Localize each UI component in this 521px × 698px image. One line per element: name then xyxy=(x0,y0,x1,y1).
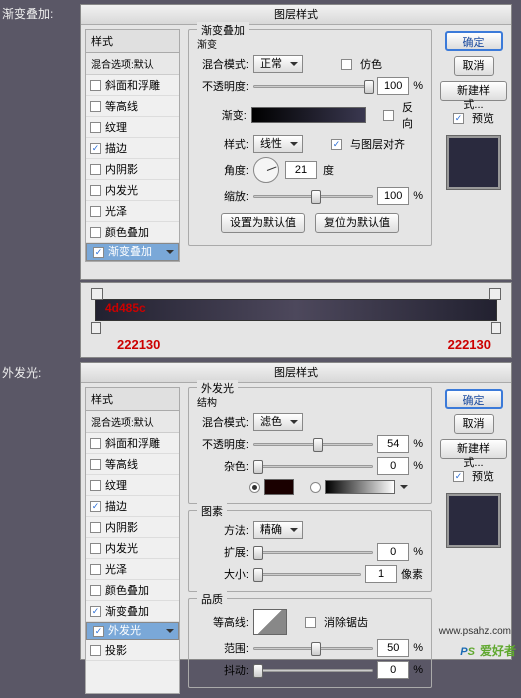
style-drop-shadow[interactable]: 投影 xyxy=(86,640,179,661)
checkbox-icon[interactable] xyxy=(93,247,104,258)
size-slider[interactable] xyxy=(253,566,361,582)
scale-slider[interactable] xyxy=(253,188,373,204)
style-inner-glow[interactable]: 内发光 xyxy=(86,180,179,201)
style-texture[interactable]: 纹理 xyxy=(86,475,179,496)
checkbox-icon[interactable] xyxy=(90,164,101,175)
color-radio[interactable] xyxy=(249,482,260,493)
new-style-button[interactable]: 新建样式... xyxy=(440,439,507,459)
checkbox-icon[interactable] xyxy=(90,206,101,217)
ok-button[interactable]: 确定 xyxy=(445,389,503,409)
scale-input[interactable]: 100 xyxy=(377,187,409,205)
outer-glow-panel: 外发光 结构 混合模式:滤色 不透明度:54% 杂色:0% 图素 方法:精确 扩… xyxy=(184,383,436,698)
preview-checkbox[interactable] xyxy=(453,471,464,482)
ok-button[interactable]: 确定 xyxy=(445,31,503,51)
style-stroke[interactable]: 描边 xyxy=(86,138,179,159)
style-bevel[interactable]: 斜面和浮雕 xyxy=(86,433,179,454)
checkbox-icon[interactable] xyxy=(90,122,101,133)
layer-style-dialog-2: 图层样式 样式 混合选项:默认 斜面和浮雕 等高线 纹理 描边 内阴影 内发光 … xyxy=(80,362,512,660)
set-default-button[interactable]: 设置为默认值 xyxy=(221,213,305,233)
preview-swatch xyxy=(446,135,501,190)
style-gradient-overlay[interactable]: 渐变叠加 xyxy=(86,601,179,622)
antialias-checkbox[interactable] xyxy=(305,617,316,628)
dither-checkbox[interactable] xyxy=(341,59,352,70)
dialog-title: 图层样式 xyxy=(81,5,511,25)
preview-swatch xyxy=(446,493,501,548)
range-slider[interactable] xyxy=(253,640,373,656)
watermark-logo: PS 爱好者 xyxy=(460,639,516,660)
gradient-overlay-panel: 渐变叠加 渐变 混合模式:正常仿色 不透明度:100% 渐变:反向 样式:线性与… xyxy=(184,25,436,266)
checkbox-icon[interactable] xyxy=(90,101,101,112)
cancel-button[interactable]: 取消 xyxy=(454,56,494,76)
style-inner-glow[interactable]: 内发光 xyxy=(86,538,179,559)
style-select[interactable]: 线性 xyxy=(253,135,303,153)
opacity-input[interactable]: 54 xyxy=(377,435,409,453)
range-input[interactable]: 50 xyxy=(377,639,409,657)
style-bevel[interactable]: 斜面和浮雕 xyxy=(86,75,179,96)
align-checkbox[interactable] xyxy=(331,139,342,150)
opacity-slider[interactable] xyxy=(253,78,373,94)
checkbox-icon[interactable] xyxy=(90,185,101,196)
checkbox-icon[interactable] xyxy=(90,80,101,91)
jitter-slider[interactable] xyxy=(253,662,373,678)
style-satin[interactable]: 光泽 xyxy=(86,559,179,580)
dialog-title: 图层样式 xyxy=(81,363,511,383)
watermark-url: www.psahz.com xyxy=(439,626,511,637)
reverse-checkbox[interactable] xyxy=(383,110,394,121)
blend-mode-select[interactable]: 滤色 xyxy=(253,413,303,431)
glow-gradient[interactable] xyxy=(325,480,395,494)
gradient-bar[interactable] xyxy=(95,299,497,321)
style-contour[interactable]: 等高线 xyxy=(86,454,179,475)
group-title: 渐变叠加 xyxy=(197,22,249,38)
size-input[interactable]: 1 xyxy=(365,565,397,583)
styles-list: 样式 混合选项:默认 斜面和浮雕 等高线 纹理 描边 内阴影 内发光 光泽 颜色… xyxy=(85,387,180,694)
cancel-button[interactable]: 取消 xyxy=(454,414,494,434)
style-stroke[interactable]: 描边 xyxy=(86,496,179,517)
style-outer-glow[interactable]: 外发光 xyxy=(86,622,179,640)
angle-input[interactable]: 21 xyxy=(285,161,317,179)
style-contour[interactable]: 等高线 xyxy=(86,96,179,117)
style-inner-shadow[interactable]: 内阴影 xyxy=(86,159,179,180)
angle-dial[interactable] xyxy=(253,157,279,183)
layer-style-dialog-1: 图层样式 样式 混合选项:默认 斜面和浮雕 等高线 纹理 描边 内阴影 内发光 … xyxy=(80,4,512,280)
color-stop-left[interactable] xyxy=(91,322,101,334)
color-stop-right[interactable] xyxy=(491,322,501,334)
spread-slider[interactable] xyxy=(253,544,373,560)
jitter-input[interactable]: 0 xyxy=(377,661,409,679)
style-color-overlay[interactable]: 颜色叠加 xyxy=(86,222,179,243)
style-satin[interactable]: 光泽 xyxy=(86,201,179,222)
noise-slider[interactable] xyxy=(253,458,373,474)
style-inner-shadow[interactable]: 内阴影 xyxy=(86,517,179,538)
checkbox-icon[interactable] xyxy=(90,227,101,238)
spread-input[interactable]: 0 xyxy=(377,543,409,561)
style-gradient-overlay[interactable]: 渐变叠加 xyxy=(86,243,179,261)
styles-header: 样式 xyxy=(86,30,179,53)
style-texture[interactable]: 纹理 xyxy=(86,117,179,138)
section-label-glow: 外发光: xyxy=(2,364,41,381)
right-panel: 确定 取消 新建样式... 预览 xyxy=(436,25,511,266)
noise-input[interactable]: 0 xyxy=(377,457,409,475)
opacity-slider[interactable] xyxy=(253,436,373,452)
section-label-gradient: 渐变叠加: xyxy=(2,5,53,22)
technique-select[interactable]: 精确 xyxy=(253,521,303,539)
glow-color-swatch[interactable] xyxy=(264,479,294,495)
color-label-right: 222130 xyxy=(448,337,491,352)
reset-default-button[interactable]: 复位为默认值 xyxy=(315,213,399,233)
blend-options[interactable]: 混合选项:默认 xyxy=(86,411,179,433)
opacity-input[interactable]: 100 xyxy=(377,77,409,95)
blend-mode-select[interactable]: 正常 xyxy=(253,55,303,73)
color-label-mid: 4d485c xyxy=(105,301,146,315)
blend-options[interactable]: 混合选项:默认 xyxy=(86,53,179,75)
checkbox-icon[interactable] xyxy=(90,143,101,154)
style-color-overlay[interactable]: 颜色叠加 xyxy=(86,580,179,601)
gradient-editor-strip: 4d485c 222130 222130 xyxy=(80,282,512,358)
contour-picker[interactable] xyxy=(253,609,287,635)
styles-list: 样式 混合选项:默认 斜面和浮雕 等高线 纹理 描边 内阴影 内发光 光泽 颜色… xyxy=(85,29,180,262)
preview-checkbox[interactable] xyxy=(453,113,464,124)
gradient-radio[interactable] xyxy=(310,482,321,493)
new-style-button[interactable]: 新建样式... xyxy=(440,81,507,101)
color-label-left: 222130 xyxy=(117,337,160,352)
gradient-preview[interactable] xyxy=(251,107,366,123)
